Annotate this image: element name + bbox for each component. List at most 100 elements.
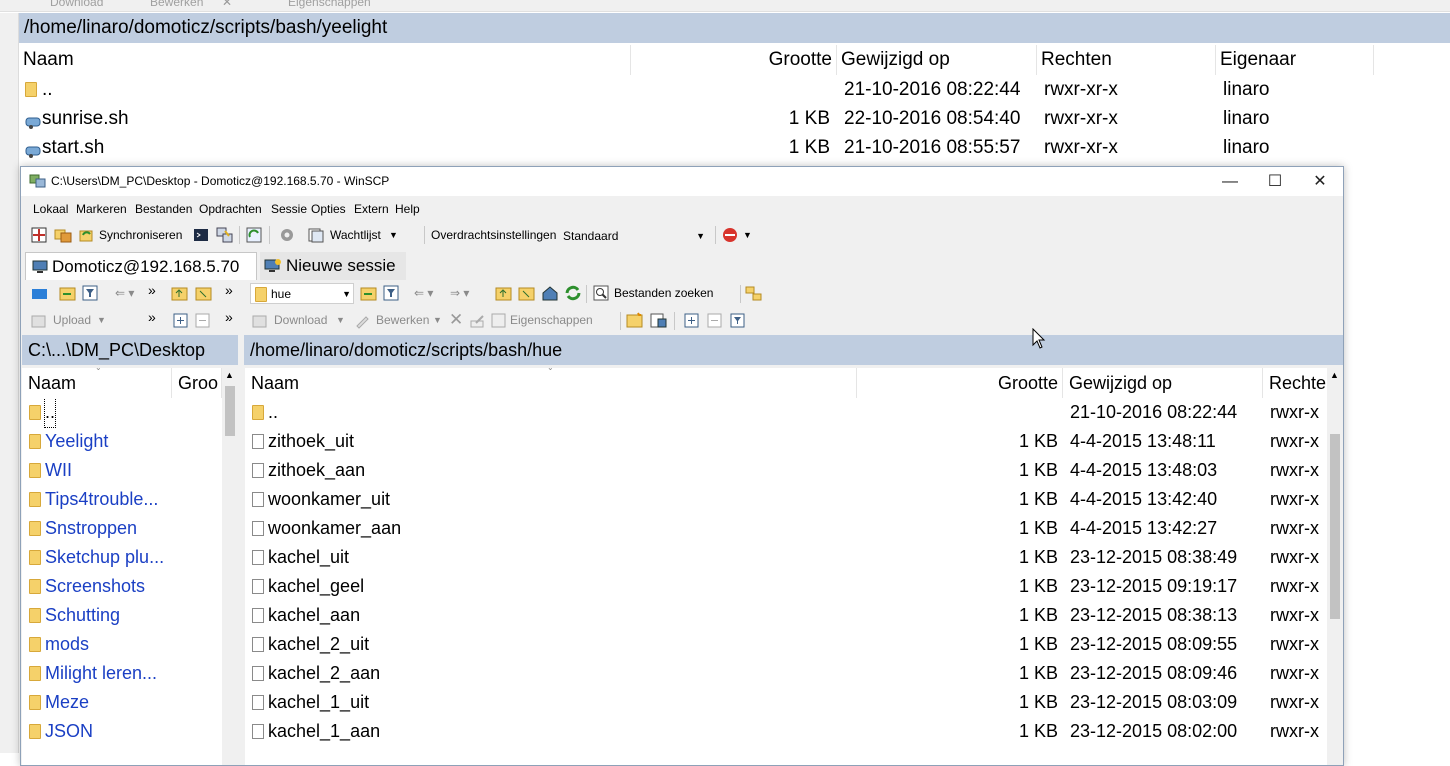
compare-directories-icon[interactable] [31, 227, 47, 243]
upload-button[interactable]: Upload [53, 308, 91, 333]
local-scroll-thumb[interactable] [225, 386, 235, 436]
wachtlijst-button[interactable]: Wachtlijst [330, 222, 381, 248]
background-path-bar[interactable]: /home/linaro/domoticz/scripts/bash/yeeli… [19, 13, 1450, 43]
bg-column-eigenaar[interactable]: Eigenaar [1216, 45, 1374, 75]
remote-table-row[interactable]: kachel_2_aan 1 KB 23-12-2015 08:09:46 rwxr-… [245, 659, 1327, 688]
menu-markeren[interactable]: Markeren [76, 197, 127, 221]
bg-column-naam[interactable]: Naam [19, 45, 631, 75]
local-list-item[interactable]: Tips4trouble... [22, 485, 222, 514]
remote-table-row[interactable]: zithoek_uit 1 KB 4-4-2015 13:48:11 rwxr-x [245, 427, 1327, 456]
remote-table-row[interactable]: kachel_1_uit 1 KB 23-12-2015 08:03:09 rwxr-… [245, 688, 1327, 717]
upload-dropdown-icon[interactable]: ▼ [97, 308, 106, 333]
synchroniseren-button[interactable]: Synchroniseren [99, 222, 182, 248]
bg-column-rechten[interactable]: Rechten [1037, 45, 1216, 75]
remote-scroll-thumb[interactable] [1330, 434, 1340, 619]
local-list-item[interactable]: Sketchup plu... [22, 543, 222, 572]
local-list-item[interactable]: WII [22, 456, 222, 485]
local-list-item[interactable]: Snstroppen [22, 514, 222, 543]
more-chevron-icon[interactable]: » [148, 278, 156, 303]
local-drive-icon[interactable] [31, 286, 49, 301]
title-bar[interactable]: C:\Users\DM_PC\Desktop - Domoticz@192.16… [21, 167, 1343, 196]
scroll-up-icon[interactable]: ▲ [225, 370, 234, 380]
refresh-icon[interactable] [564, 285, 582, 301]
local-scrollbar[interactable]: ▲ [222, 368, 238, 765]
local-list-item[interactable]: mods [22, 630, 222, 659]
bg-column-grootte[interactable]: Grootte [631, 45, 837, 75]
scroll-up-icon[interactable]: ▲ [1330, 370, 1339, 380]
maximize-button[interactable]: ☐ [1252, 167, 1298, 196]
minimize-button[interactable]: — [1207, 167, 1253, 196]
more-chevron-icon[interactable]: » [148, 305, 156, 330]
back-arrow-icon[interactable]: ⇐ ▾ [115, 281, 134, 306]
background-bewerken-button[interactable]: Bewerken [150, 0, 203, 9]
local-list-item[interactable]: Meze [22, 688, 222, 717]
download-icon[interactable] [252, 313, 268, 329]
menu-lokaal[interactable]: Lokaal [33, 197, 68, 221]
forward-arrow-icon[interactable]: ⇒ ▾ [450, 281, 469, 306]
remote-column-gewijzigd[interactable]: Gewijzigd op [1063, 368, 1263, 398]
remote-folder-select[interactable]: hue ▼ [250, 283, 354, 304]
bestanden-zoeken-button[interactable]: Bestanden zoeken [614, 281, 713, 306]
remote-table-row[interactable]: zithoek_aan 1 KB 4-4-2015 13:48:03 rwxr-x [245, 456, 1327, 485]
remote-table-row[interactable]: .. 21-10-2016 08:22:44 rwxr-x [245, 398, 1327, 427]
root-directory-icon[interactable] [518, 285, 536, 301]
edit-pencil-icon[interactable] [354, 313, 370, 329]
local-column-grootte[interactable]: Groo [172, 368, 222, 398]
remote-table-row[interactable]: kachel_aan 1 KB 23-12-2015 08:38:13 rwxr-x [245, 601, 1327, 630]
open-folder-icon[interactable] [360, 285, 378, 301]
transfer-settings-dropdown-icon[interactable]: ▼ [743, 222, 752, 248]
remote-table-row[interactable]: woonkamer_uit 1 KB 4-4-2015 13:42:40 rwxr-x [245, 485, 1327, 514]
more-chevron-icon[interactable]: » [225, 278, 233, 303]
transfer-settings-select[interactable]: Standaard ▼ [559, 225, 709, 246]
bg-table-row[interactable]: sunrise.sh 1 KB 22-10-2016 08:54:40 rwxr-xr… [19, 104, 1379, 133]
bewerken-button[interactable]: Bewerken [376, 308, 429, 333]
menu-opdrachten[interactable]: Opdrachten [199, 197, 262, 221]
new-file-icon[interactable] [650, 312, 668, 328]
remote-column-rechten[interactable]: Rechte [1263, 368, 1327, 398]
remote-table-row[interactable]: kachel_uit 1 KB 23-12-2015 08:38:49 rwxr-x [245, 543, 1327, 572]
panel-splitter[interactable] [238, 335, 244, 765]
eigenschappen-button[interactable]: Eigenschappen [510, 308, 593, 333]
filter-icon[interactable] [383, 285, 399, 301]
bg-column-gewijzigd[interactable]: Gewijzigd op [837, 45, 1037, 75]
properties-icon[interactable] [491, 313, 507, 329]
filter-icon[interactable] [82, 285, 98, 301]
close-button[interactable]: ✕ [1297, 167, 1343, 196]
bewerken-dropdown-icon[interactable]: ▼ [433, 308, 442, 333]
find-files-icon[interactable] [593, 285, 611, 301]
background-download-button[interactable]: Download [50, 0, 103, 9]
synchronize-icon[interactable] [78, 227, 96, 243]
add-icon[interactable] [684, 313, 699, 328]
menu-opties[interactable]: Opties [311, 197, 346, 221]
remote-path-bar[interactable]: /home/linaro/domoticz/scripts/bash/hue [244, 335, 1343, 365]
tree-view-icon[interactable] [745, 285, 763, 301]
queue-list-icon[interactable] [307, 227, 325, 243]
remote-column-naam[interactable]: Naam [245, 368, 857, 398]
delete-icon[interactable]: ✕ [222, 0, 232, 9]
tab-domoticz-session[interactable]: Domoticz@192.168.5.70 [25, 252, 257, 280]
menu-sessie[interactable]: Sessie [271, 197, 307, 221]
remote-table-row[interactable]: woonkamer_aan 1 KB 4-4-2015 13:42:27 rwxr-x [245, 514, 1327, 543]
remote-table-row[interactable]: kachel_2_uit 1 KB 23-12-2015 08:09:55 rwxr-… [245, 630, 1327, 659]
delete-icon[interactable]: ✕ [449, 307, 463, 332]
local-path-bar[interactable]: C:\...\DM_PC\Desktop [22, 335, 238, 365]
download-dropdown-icon[interactable]: ▼ [336, 308, 345, 333]
back-arrow-icon[interactable]: ⇐ ▾ [414, 281, 433, 306]
more-chevron-icon[interactable]: » [225, 305, 233, 330]
refresh-queue-icon[interactable] [246, 227, 262, 243]
console-icon[interactable] [193, 227, 209, 243]
remote-table-row[interactable]: kachel_1_aan 1 KB 23-12-2015 08:02:00 rwxr-… [245, 717, 1327, 746]
add-icon[interactable] [173, 313, 188, 328]
remove-icon[interactable] [707, 313, 722, 328]
bg-table-row[interactable]: .. 21-10-2016 08:22:44 rwxr-xr-x linaro [19, 75, 1379, 104]
local-column-naam[interactable]: Naam [22, 368, 172, 398]
menu-bestanden[interactable]: Bestanden [135, 197, 192, 221]
local-list-item[interactable]: Screenshots [22, 572, 222, 601]
root-directory-icon[interactable] [195, 285, 213, 301]
putty-icon[interactable] [216, 227, 234, 243]
wachtlijst-dropdown-icon[interactable]: ▼ [389, 222, 398, 248]
sync-browse-icon[interactable] [54, 227, 72, 243]
transfer-settings-icon[interactable] [721, 226, 741, 244]
background-eigenschappen-button[interactable]: Eigenschappen [288, 0, 371, 9]
parent-directory-icon[interactable] [171, 285, 189, 301]
